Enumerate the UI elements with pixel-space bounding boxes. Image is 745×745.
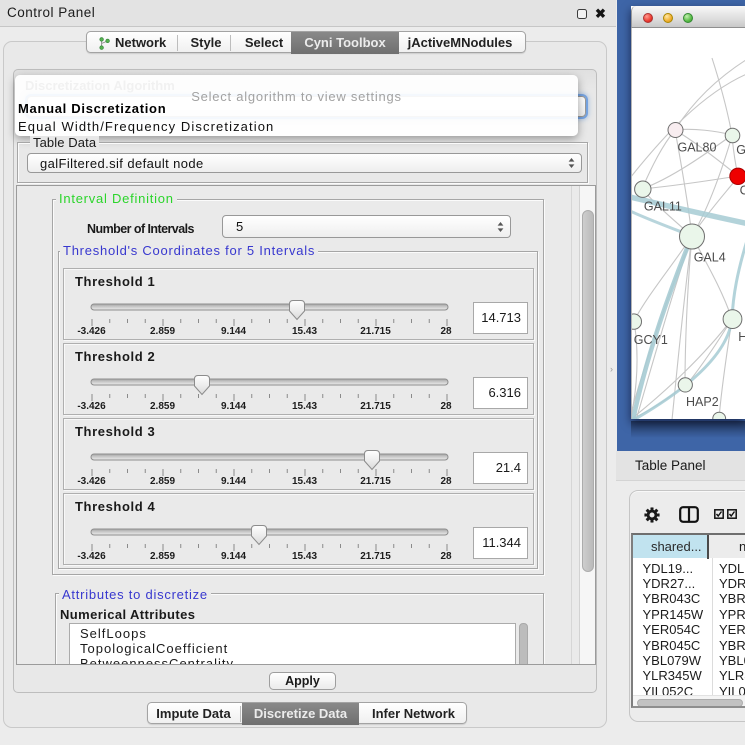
svg-text:9.144: 9.144 <box>221 326 246 337</box>
svg-text:21.715: 21.715 <box>360 551 391 562</box>
svg-text:9.144: 9.144 <box>221 401 246 412</box>
svg-text:2.859: 2.859 <box>150 401 175 412</box>
svg-text:15.43: 15.43 <box>292 551 317 562</box>
svg-text:2.859: 2.859 <box>150 326 175 337</box>
svg-text:28: 28 <box>440 401 452 412</box>
svg-text:21.715: 21.715 <box>360 401 391 412</box>
svg-text:-3.426: -3.426 <box>77 476 106 487</box>
svg-text:9.144: 9.144 <box>221 476 246 487</box>
svg-text:2.859: 2.859 <box>150 476 175 487</box>
svg-text:-3.426: -3.426 <box>77 401 106 412</box>
svg-text:-3.426: -3.426 <box>77 551 106 562</box>
svg-text:21.715: 21.715 <box>360 476 391 487</box>
svg-text:-3.426: -3.426 <box>77 326 106 337</box>
svg-text:28: 28 <box>440 476 452 487</box>
svg-text:15.43: 15.43 <box>292 476 317 487</box>
svg-text:HAP2: HAP2 <box>686 395 719 409</box>
svg-text:GAL80: GAL80 <box>678 141 717 155</box>
svg-text:GCY1: GCY1 <box>634 333 668 347</box>
svg-text:2.859: 2.859 <box>150 551 175 562</box>
svg-text:15.43: 15.43 <box>292 326 317 337</box>
svg-text:GAL4: GAL4 <box>694 251 726 265</box>
svg-text:28: 28 <box>440 551 452 562</box>
svg-text:CY: CY <box>740 184 745 198</box>
svg-text:28: 28 <box>440 326 452 337</box>
svg-text:15.43: 15.43 <box>292 401 317 412</box>
svg-text:GA: GA <box>736 143 745 157</box>
svg-text:GAL11: GAL11 <box>644 200 682 214</box>
svg-text:21.715: 21.715 <box>360 326 391 337</box>
svg-text:9.144: 9.144 <box>221 551 246 562</box>
svg-text:HA: HA <box>738 330 745 344</box>
